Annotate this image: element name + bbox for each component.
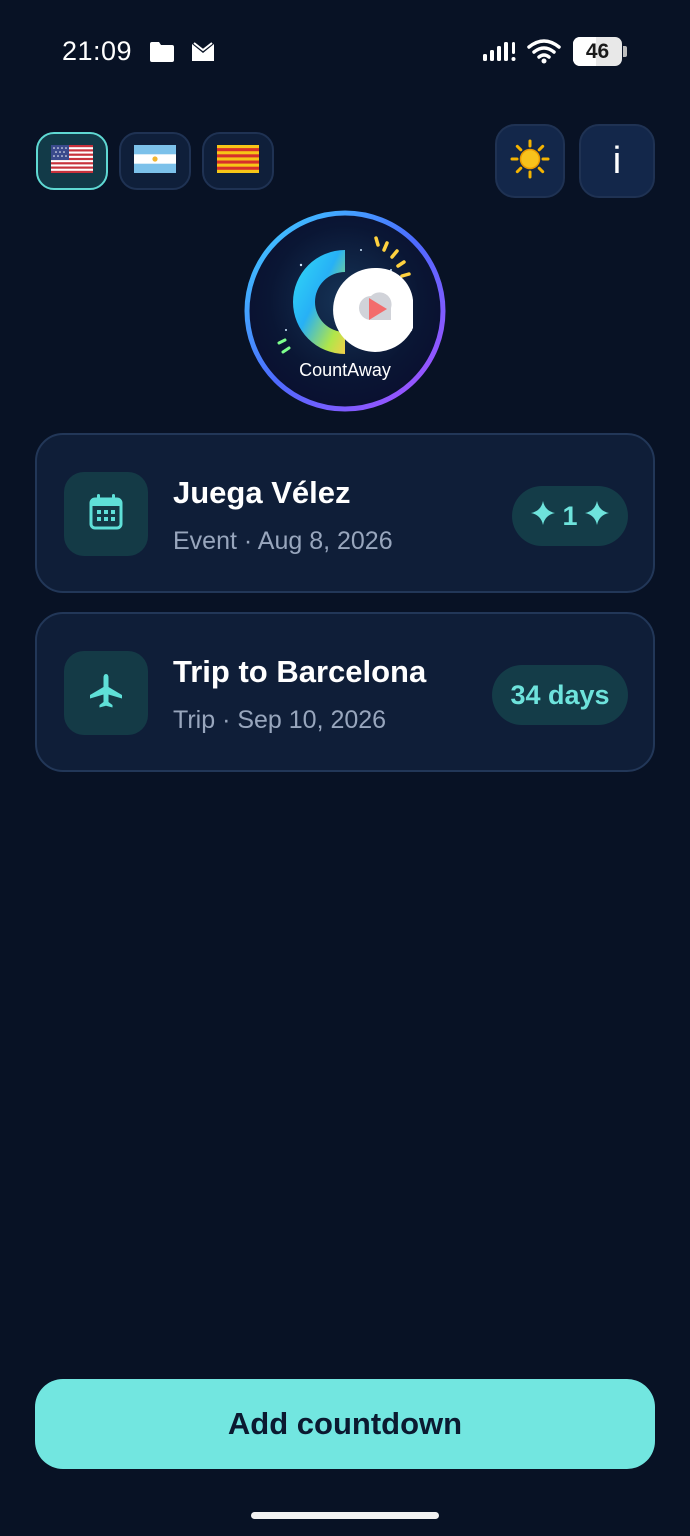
- card-icon-container: [64, 472, 148, 556]
- mail-icon: [190, 40, 216, 69]
- countdown-card[interactable]: Trip to Barcelona Trip · Sep 10, 2026 34…: [35, 612, 655, 772]
- theme-toggle-button[interactable]: [495, 124, 565, 198]
- countdown-title: Trip to Barcelona: [173, 654, 427, 689]
- app-logo: CountAway: [241, 210, 449, 413]
- catalonia-flag-icon: [217, 144, 259, 178]
- status-bar: 21:09 46: [0, 0, 690, 100]
- us-flag-icon: [51, 144, 93, 178]
- card-icon-container: [64, 651, 148, 735]
- folder-icon: [149, 40, 175, 69]
- countdown-title: Juega Vélez: [173, 475, 351, 510]
- signal-icon: [482, 40, 518, 69]
- countdown-badge: 34 days: [492, 665, 628, 725]
- calendar-icon: [88, 493, 124, 536]
- countdown-card[interactable]: Juega Vélez Event · Aug 8, 2026 1: [35, 433, 655, 593]
- battery-icon: 46: [573, 37, 627, 66]
- countdown-badge-value: 1: [562, 500, 578, 531]
- sparkle-icon: [530, 500, 556, 533]
- wifi-icon: [527, 38, 561, 69]
- language-argentina-button[interactable]: [119, 132, 191, 190]
- countdown-subtitle: Trip · Sep 10, 2026: [173, 706, 387, 734]
- sparkle-icon: [584, 500, 610, 533]
- countdown-subtitle: Event · Aug 8, 2026: [173, 527, 393, 555]
- sun-icon: [510, 139, 550, 184]
- language-catalan-button[interactable]: [202, 132, 274, 190]
- language-english-button[interactable]: [36, 132, 108, 190]
- countdown-badge: 1: [512, 486, 628, 546]
- argentina-flag-icon: [134, 144, 176, 178]
- status-time: 21:09: [62, 36, 133, 66]
- info-button[interactable]: i: [579, 124, 655, 198]
- airplane-icon: [87, 672, 125, 715]
- logo-text: CountAway: [299, 360, 391, 380]
- info-icon: i: [612, 139, 622, 182]
- add-countdown-button[interactable]: Add countdown: [35, 1379, 655, 1469]
- battery-level-text: 46: [585, 40, 610, 63]
- home-indicator[interactable]: [251, 1512, 439, 1519]
